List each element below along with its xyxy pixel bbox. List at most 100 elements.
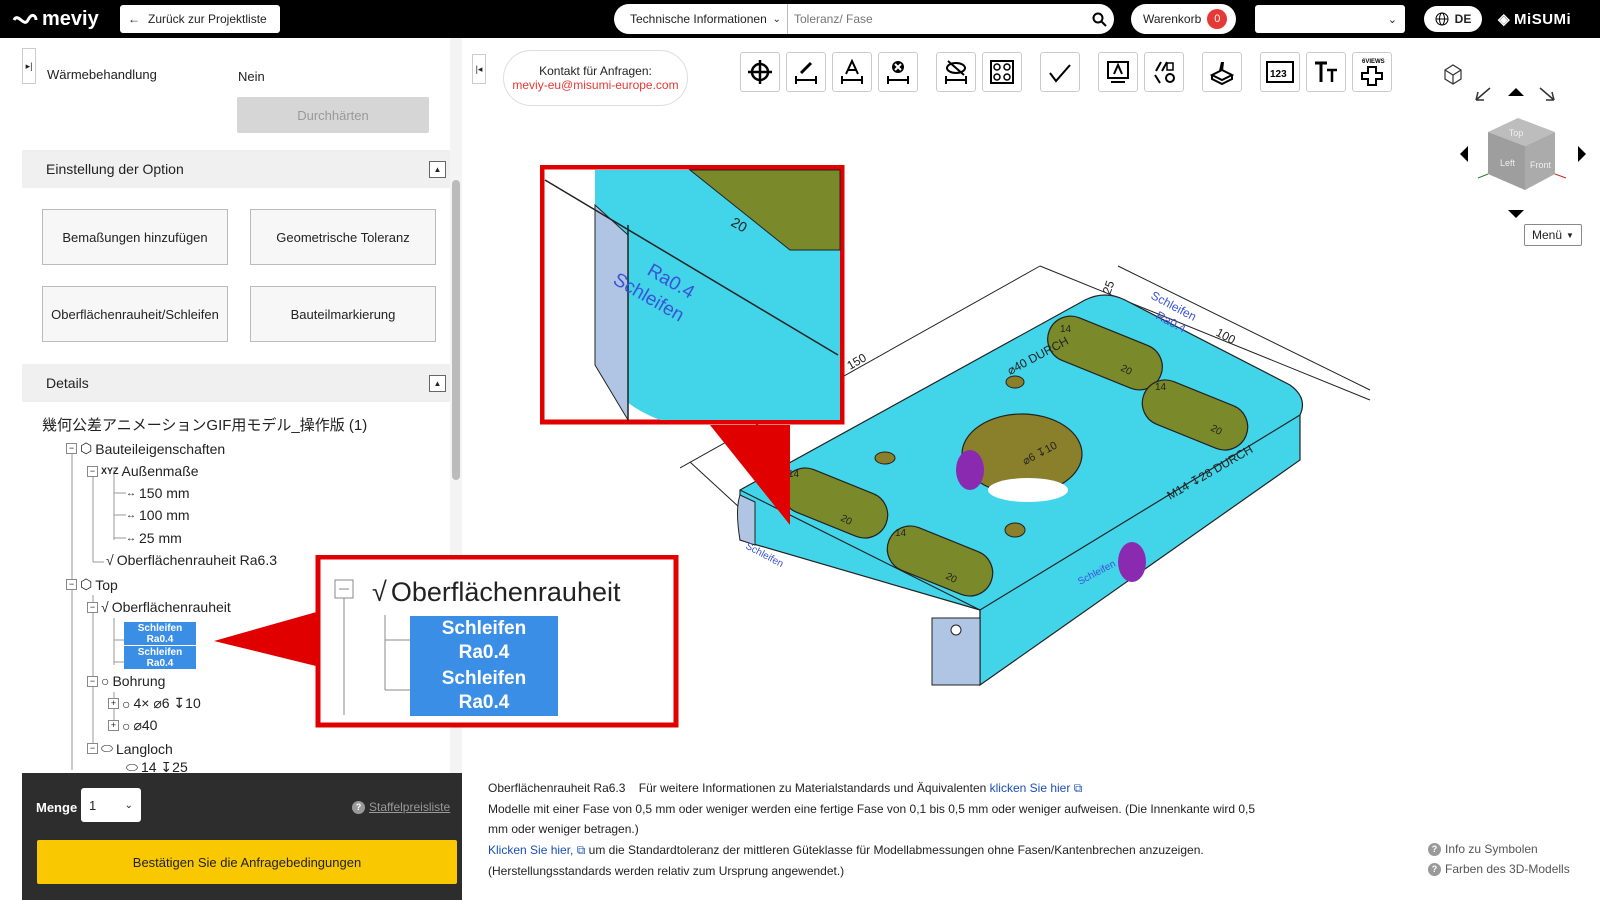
geometric-tolerance-button[interactable]: Geometrische Toleranz (250, 209, 436, 265)
collapse-left-button[interactable]: ▸| (22, 48, 36, 84)
text-dimension-tool[interactable] (832, 52, 872, 92)
tolerance-tool[interactable] (1144, 52, 1184, 92)
rotate-up-icon[interactable] (1508, 88, 1524, 96)
symbol-info-link[interactable]: ? Info zu Symbolen (1428, 842, 1538, 856)
help-label: Farben des 3D-Modells (1445, 862, 1570, 876)
numbering-tool[interactable]: 123 (1260, 52, 1300, 92)
collapse-section-icon[interactable]: ▲ (429, 161, 446, 178)
contact-title: Kontakt für Anfragen: (539, 64, 652, 78)
info-line-4: Klicken Sie hier, ⧉ um die Standardtoler… (488, 843, 1204, 858)
tree-node-langloch[interactable]: − ⬭ Langloch (87, 740, 173, 757)
collapse-section-icon[interactable]: ▲ (429, 375, 446, 392)
details-section-header[interactable]: Details ▲ (22, 364, 456, 402)
view-cube[interactable]: Top Left Front (1488, 118, 1555, 190)
tree-label: 4× ⌀6 ↧10 (133, 695, 201, 711)
snap-point-tool[interactable] (740, 52, 780, 92)
price-list-link[interactable]: ? Staffelpreisliste (352, 800, 450, 814)
quantity-select[interactable]: 1 ⌄ (81, 788, 141, 822)
tree-leaf-y[interactable]: ↔ 100 mm (126, 507, 190, 523)
rotate-down-icon[interactable] (1508, 210, 1524, 218)
model-colors-link[interactable]: ? Farben des 3D-Modells (1428, 862, 1570, 876)
font-size-tool[interactable] (1306, 52, 1346, 92)
marking-tool[interactable] (1098, 52, 1138, 92)
misumi-brand[interactable]: ◈ MiSUMi (1498, 10, 1571, 29)
option-section-header[interactable]: Einstellung der Option ▲ (22, 150, 456, 188)
expand-node-icon[interactable]: + (108, 698, 119, 709)
collapse-node-icon[interactable]: − (87, 675, 98, 687)
part-marking-button[interactable]: Bauteilmarkierung (250, 286, 436, 342)
hole-pattern-tool[interactable] (982, 52, 1022, 92)
rotate-right-arrow-icon[interactable] (1578, 146, 1586, 162)
pen-dimension-tool[interactable] (786, 52, 826, 92)
viewer-menu-button[interactable]: Menü ▼ (1524, 224, 1582, 246)
tree-node-bohr1[interactable]: + ○ 4× ⌀6 ↧10 (108, 695, 201, 712)
confirm-request-button[interactable]: Bestätigen Sie die Anfragebedingungen (37, 840, 457, 884)
cart-button[interactable]: Warenkorb 0 (1131, 4, 1236, 34)
collapse-panel-button[interactable]: |◂ (472, 54, 486, 84)
collapse-node-icon[interactable]: − (66, 443, 77, 454)
six-views-tool[interactable]: 6VIEWS (1352, 52, 1392, 92)
tree-node-lang1[interactable]: ⬭ 14 ↧25 (126, 762, 188, 772)
rotate-left-icon[interactable] (1475, 87, 1491, 101)
search-input[interactable] (788, 4, 1084, 34)
tolerance-link[interactable]: Klicken Sie hier, (488, 843, 573, 857)
hide-dimension-tool[interactable] (936, 52, 976, 92)
rotate-left-arrow-icon[interactable] (1460, 146, 1468, 162)
sel-label-a: Schleifen (137, 646, 183, 658)
hand-part-icon (1209, 62, 1235, 85)
tree-leaf-z[interactable]: ↔ 25 mm (126, 530, 182, 546)
expand-node-icon[interactable]: + (108, 720, 119, 731)
tree-node-bohrung[interactable]: − ○ Bohrung (87, 673, 165, 689)
callout-arrow (214, 611, 320, 667)
language-switch[interactable]: DE (1424, 6, 1482, 32)
info-line-5: (Herstellungsstandards werden relativ zu… (488, 864, 845, 878)
account-select[interactable]: ⌄ (1255, 5, 1405, 33)
tree-label: 100 mm (139, 507, 190, 523)
view-tool[interactable] (1202, 52, 1242, 92)
navigation-cube[interactable]: Top Left Front (1440, 60, 1590, 220)
cube-face-top[interactable]: Top (1509, 128, 1524, 138)
collapse-node-icon[interactable]: − (66, 579, 77, 590)
selected-roughness-item-2[interactable]: Schleifen Ra0.4 (124, 646, 196, 669)
contact-email[interactable]: meviy-eu@misumi-europe.com (512, 78, 678, 92)
tree-node-aussen[interactable]: − XYZ Außenmaße (87, 463, 199, 479)
roughness-tool[interactable] (1040, 52, 1080, 92)
tree-node-bauteil[interactable]: − ⬡ Bauteileigenschaften (66, 440, 225, 457)
callout-arrow (710, 425, 790, 525)
search-category-select[interactable]: Technische Informationen ⌄ (614, 4, 788, 34)
text-size-icon (1315, 61, 1337, 82)
svg-text:123: 123 (1270, 69, 1287, 80)
collapse-node-icon[interactable]: − (87, 601, 98, 613)
chevron-left-icon: |◂ (475, 63, 483, 74)
back-to-projects-button[interactable]: ← Zurück zur Projektliste (120, 5, 280, 33)
help-icon: ? (1428, 862, 1441, 876)
tree-root[interactable]: 幾何公差アニメーションGIF用モデル_操作版 (1) (42, 414, 367, 435)
tree-label: Bauteileigenschaften (95, 440, 226, 457)
material-link[interactable]: klicken Sie hier (990, 781, 1071, 795)
slot-icon: ⬭ (126, 762, 138, 772)
dim-25: 25 (1100, 278, 1118, 296)
durchhaerten-button[interactable]: Durchhärten (237, 97, 429, 133)
left-scrollbar-thumb[interactable] (452, 180, 460, 480)
collapse-node-icon[interactable]: − (87, 743, 98, 754)
tree-node-top[interactable]: − ⬡ Top (66, 576, 118, 593)
tree-node-bohr2[interactable]: + ○ ⌀40 (108, 717, 157, 734)
collapse-node-icon[interactable]: − (87, 465, 98, 477)
meviy-logo[interactable]: meviy (12, 8, 99, 31)
selected-roughness-item-1[interactable]: Schleifen Ra0.4 (124, 622, 196, 645)
cube-face-left[interactable]: Left (1500, 158, 1516, 168)
tree-leaf-x[interactable]: ↔ 150 mm (126, 485, 190, 501)
contact-box[interactable]: Kontakt für Anfragen: meviy-eu@misumi-eu… (503, 50, 688, 106)
search-icon[interactable] (1084, 12, 1114, 27)
surface-roughness-button[interactable]: Oberflächenrauheit/Schleifen (42, 286, 228, 342)
add-dimensions-button[interactable]: Bemaßungen hinzufügen (42, 209, 228, 265)
waerme-label: Wärmebehandlung (47, 67, 157, 82)
delete-dimension-tool[interactable] (878, 52, 918, 92)
crosshair-icon (748, 60, 772, 84)
cube-face-front[interactable]: Front (1530, 160, 1552, 170)
hole-pattern-icon (990, 60, 1014, 84)
cube-small-icon[interactable] (1444, 64, 1462, 85)
chevron-down-icon: ⌄ (124, 799, 133, 811)
rotate-right-icon[interactable] (1539, 87, 1555, 101)
y-dimension-icon: ↔ (126, 509, 136, 521)
